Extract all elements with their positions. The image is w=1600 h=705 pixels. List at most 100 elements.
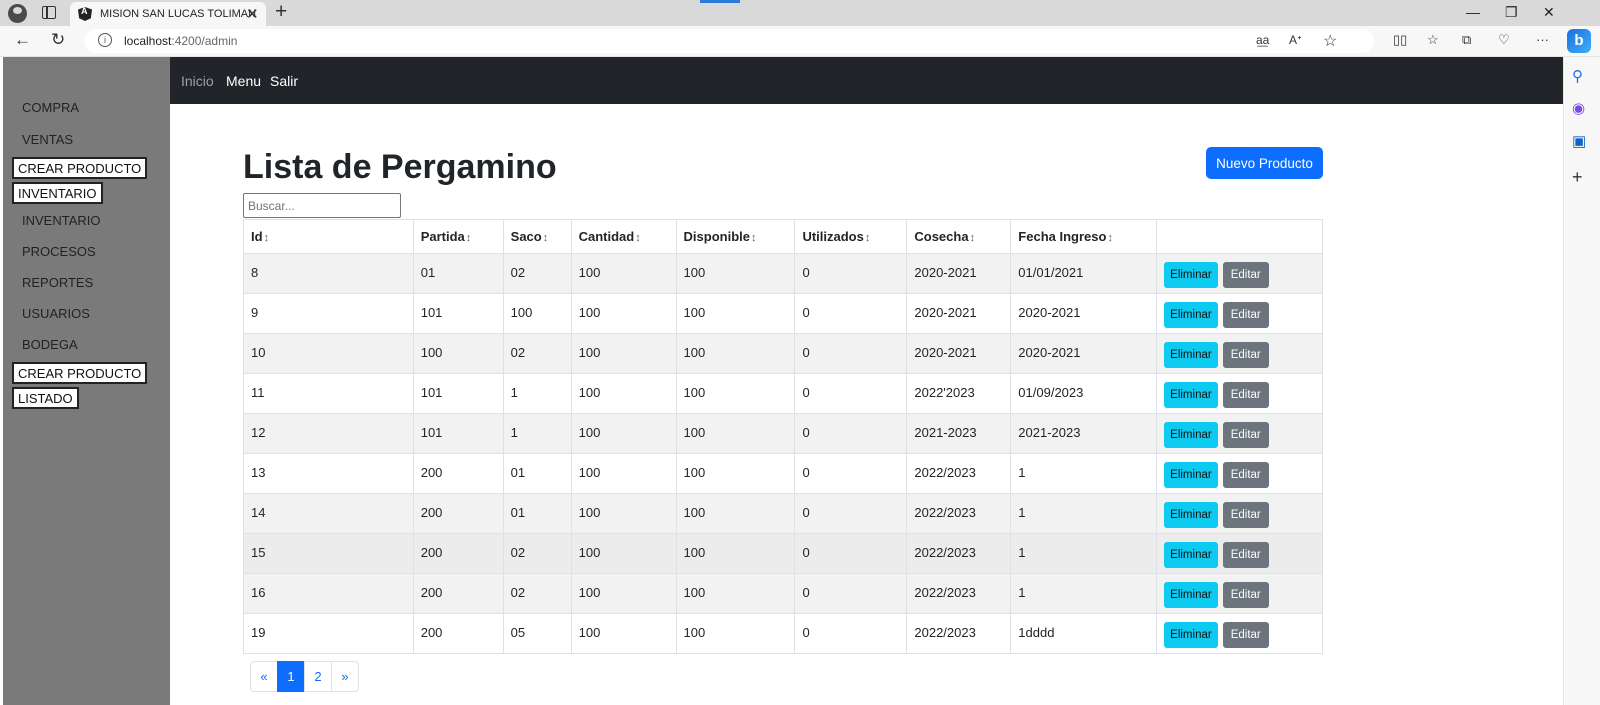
cell-cosecha: 2022/2023: [906, 613, 1012, 654]
nav-link-inicio[interactable]: Inicio: [181, 73, 214, 89]
new-tab-icon[interactable]: +: [275, 0, 287, 24]
cell-partida: 200: [413, 493, 504, 534]
sort-icon[interactable]: ↕: [970, 232, 976, 244]
sidebar-item-inventario[interactable]: INVENTARIO: [22, 213, 101, 228]
cell-partida: 200: [413, 533, 504, 574]
favorite-star-icon[interactable]: ☆: [1323, 31, 1337, 51]
collections-icon[interactable]: ⧉: [1462, 32, 1471, 48]
back-icon[interactable]: ←: [14, 30, 31, 50]
edit-button[interactable]: Editar: [1222, 301, 1269, 328]
new-product-button[interactable]: Nuevo Producto: [1206, 147, 1323, 179]
sort-icon[interactable]: ↕: [865, 232, 871, 244]
cell-actions: Eliminar Editar: [1156, 573, 1323, 614]
column-header-saco[interactable]: Saco↕: [503, 219, 572, 254]
cell-fecha-ingreso: 1dddd: [1010, 613, 1158, 654]
site-info-icon[interactable]: i: [98, 33, 112, 47]
cell-utilizados: 0: [794, 293, 908, 334]
column-header-fecha-ingreso[interactable]: Fecha Ingreso↕: [1010, 219, 1158, 254]
sidebar-button-crear-producto-2[interactable]: CREAR PRODUCTO: [12, 362, 148, 384]
sort-icon[interactable]: ↕: [543, 232, 549, 244]
cell-disponible: 100: [676, 573, 796, 614]
column-header-id[interactable]: Id↕: [243, 219, 414, 254]
edge-sidebar: ⚲ ◉ ▣ +: [1563, 57, 1600, 705]
delete-button[interactable]: Eliminar: [1164, 621, 1218, 648]
shopping-icon[interactable]: ◉: [1572, 99, 1585, 117]
browser-essentials-icon[interactable]: ♡: [1498, 32, 1510, 48]
delete-button[interactable]: Eliminar: [1164, 301, 1218, 328]
sort-icon[interactable]: ↕: [466, 232, 472, 244]
cell-saco: 1: [503, 373, 572, 414]
restore-icon[interactable]: ❐: [1505, 4, 1518, 21]
edit-button[interactable]: Editar: [1222, 421, 1269, 448]
pagination-page-1[interactable]: 1: [277, 661, 305, 692]
edit-button[interactable]: Editar: [1222, 261, 1269, 288]
sidebar-item-bodega[interactable]: BODEGA: [22, 337, 78, 352]
sidebar-item-procesos[interactable]: PROCESOS: [22, 244, 96, 259]
cell-cosecha: 2022/2023: [906, 453, 1012, 494]
tab-close-icon[interactable]: ✕: [246, 5, 259, 23]
sidebar-item-ventas[interactable]: VENTAS: [22, 132, 73, 147]
nav-link-menu[interactable]: Menu: [226, 73, 261, 89]
browser-tab[interactable]: A MISION SAN LUCAS TOLIMAN ✕: [70, 2, 266, 26]
sort-icon[interactable]: ↕: [751, 232, 757, 244]
sidebar-button-inventario[interactable]: INVENTARIO: [12, 182, 103, 204]
sort-icon[interactable]: ↕: [1107, 232, 1113, 244]
sidebar-button-listado[interactable]: LISTADO: [12, 387, 79, 409]
sidebar-item-compra[interactable]: COMPRA: [22, 100, 79, 115]
search-icon[interactable]: ⚲: [1572, 67, 1583, 85]
edit-button[interactable]: Editar: [1222, 621, 1269, 648]
sort-icon[interactable]: ↕: [264, 232, 270, 244]
cell-saco: 01: [503, 453, 572, 494]
split-screen-icon[interactable]: ▯▯: [1393, 32, 1407, 48]
read-aloud-icon[interactable]: A͏ᐩ: [1289, 33, 1302, 47]
edit-button[interactable]: Editar: [1222, 541, 1269, 568]
favorites-icon[interactable]: ☆: [1427, 32, 1439, 48]
url-field[interactable]: i localhost:4200/admin a͟a A͏ᐩ ☆: [84, 29, 1374, 53]
outlook-icon[interactable]: ▣: [1572, 132, 1586, 150]
sidebar-item-usuarios[interactable]: USUARIOS: [22, 306, 90, 321]
cell-saco: 02: [503, 333, 572, 374]
sidebar-item-reportes[interactable]: REPORTES: [22, 275, 93, 290]
cell-utilizados: 0: [794, 333, 908, 374]
sort-icon[interactable]: ↕: [635, 232, 641, 244]
cell-fecha-ingreso: 2020-2021: [1010, 333, 1158, 374]
add-sidebar-app-icon[interactable]: +: [1572, 167, 1583, 188]
edit-button[interactable]: Editar: [1222, 381, 1269, 408]
refresh-icon[interactable]: ↻: [51, 30, 65, 50]
cell-id: 19: [243, 613, 414, 654]
delete-button[interactable]: Eliminar: [1164, 461, 1218, 488]
more-options-icon[interactable]: ···: [1536, 32, 1549, 47]
column-header-cosecha[interactable]: Cosecha↕: [906, 219, 1012, 254]
delete-button[interactable]: Eliminar: [1164, 261, 1218, 288]
column-header-utilizados[interactable]: Utilizados↕: [794, 219, 908, 254]
nav-link-salir[interactable]: Salir: [270, 73, 298, 89]
delete-button[interactable]: Eliminar: [1164, 581, 1218, 608]
edit-button[interactable]: Editar: [1222, 581, 1269, 608]
edit-button[interactable]: Editar: [1222, 341, 1269, 368]
cell-saco: 02: [503, 573, 572, 614]
edit-button[interactable]: Editar: [1222, 501, 1269, 528]
cell-fecha-ingreso: 1: [1010, 573, 1158, 614]
translate-icon[interactable]: a͟a: [1256, 33, 1269, 47]
cell-cantidad: 100: [571, 413, 677, 454]
pagination-previous[interactable]: «: [250, 661, 278, 692]
minimize-icon[interactable]: —: [1466, 4, 1480, 20]
copilot-icon[interactable]: b: [1567, 29, 1591, 53]
column-header-disponible[interactable]: Disponible↕: [676, 219, 796, 254]
delete-button[interactable]: Eliminar: [1164, 541, 1218, 568]
tab-actions-icon[interactable]: [42, 6, 56, 19]
delete-button[interactable]: Eliminar: [1164, 381, 1218, 408]
edit-button[interactable]: Editar: [1222, 461, 1269, 488]
pagination-next[interactable]: »: [331, 661, 359, 692]
delete-button[interactable]: Eliminar: [1164, 501, 1218, 528]
pagination-page-2[interactable]: 2: [304, 661, 332, 692]
delete-button[interactable]: Eliminar: [1164, 421, 1218, 448]
sidebar-button-crear-producto[interactable]: CREAR PRODUCTO: [12, 157, 148, 179]
column-header-cantidad[interactable]: Cantidad↕: [571, 219, 677, 254]
cell-id: 8: [243, 253, 414, 294]
window-close-icon[interactable]: ✕: [1543, 4, 1555, 21]
delete-button[interactable]: Eliminar: [1164, 341, 1218, 368]
profile-avatar-icon[interactable]: [8, 4, 27, 23]
column-header-partida[interactable]: Partida↕: [413, 219, 504, 254]
search-input[interactable]: [243, 193, 401, 218]
